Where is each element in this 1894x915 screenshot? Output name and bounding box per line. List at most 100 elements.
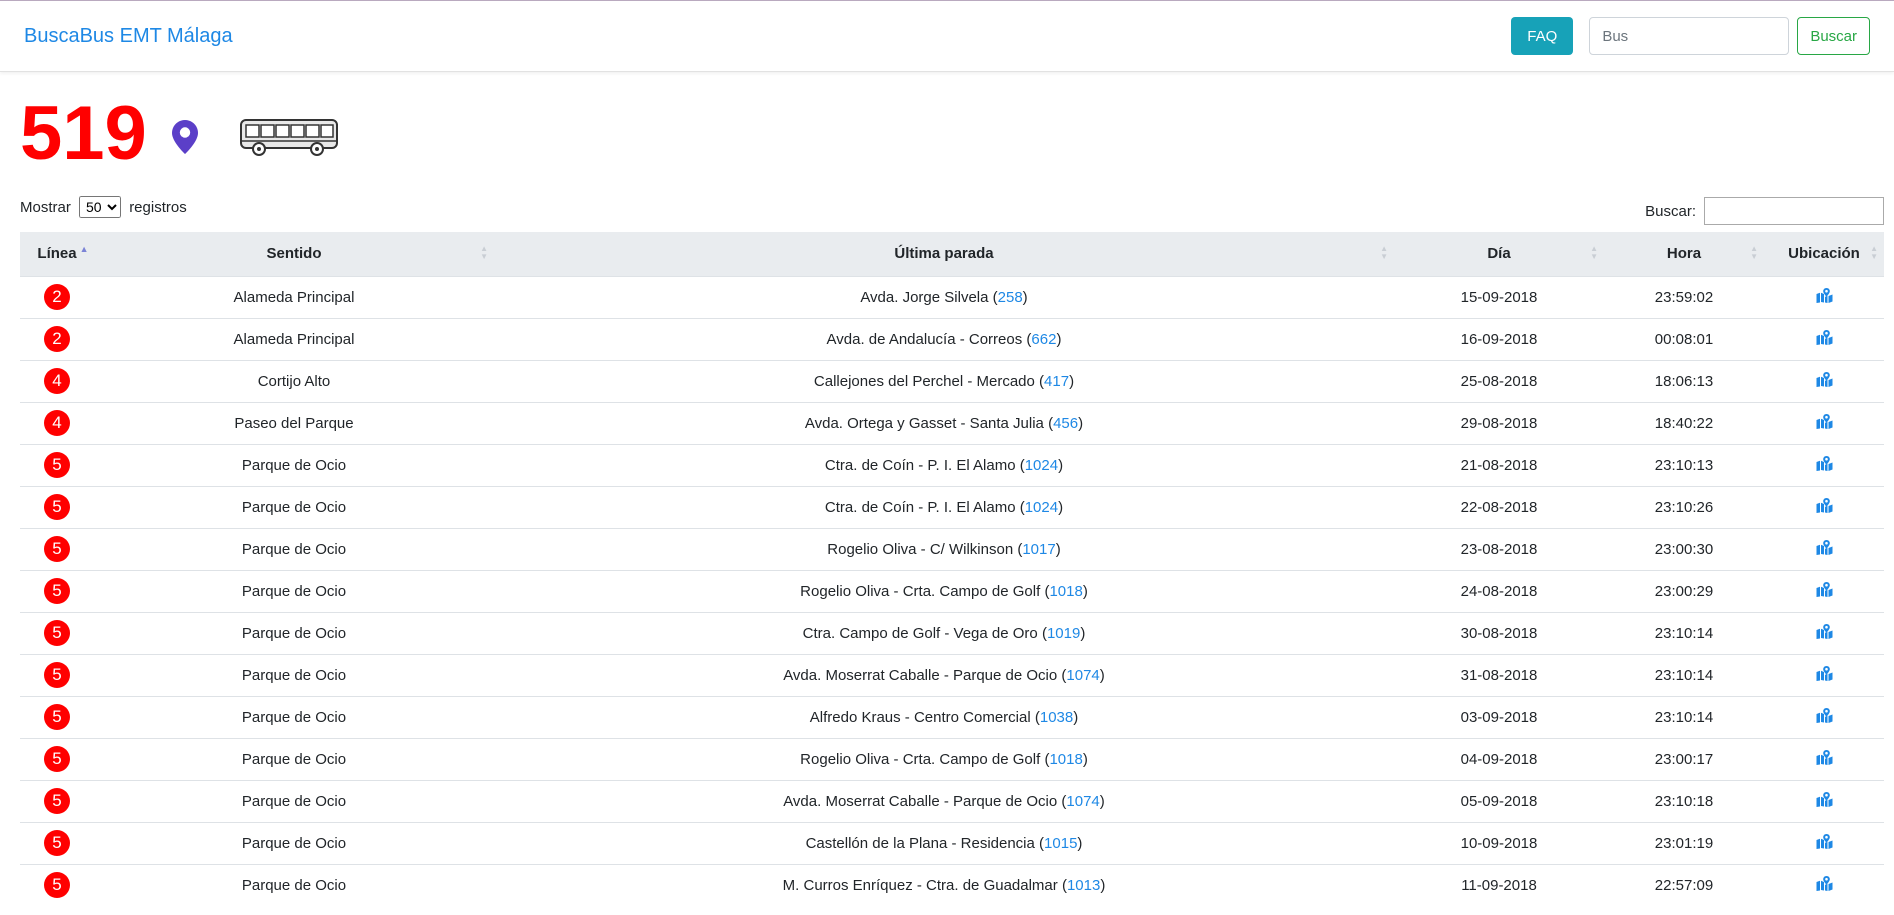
direction-cell: Parque de Ocio xyxy=(241,876,347,894)
stop-name: Ctra. Campo de Golf - Vega de Oro xyxy=(802,624,1038,642)
header-ubicacion-label: Ubicación xyxy=(1788,245,1860,263)
header-dia[interactable]: Día ▲ ▼ xyxy=(1394,232,1604,277)
header-hora[interactable]: Hora ▲ ▼ xyxy=(1604,232,1764,277)
stop-name: Ctra. de Coín - P. I. El Alamo xyxy=(824,498,1016,516)
map-location-icon[interactable] xyxy=(1816,539,1833,559)
header-ultima-parada-label: Última parada xyxy=(894,245,994,263)
line-cell: 2 xyxy=(20,276,94,318)
table-header-row: Línea Sentido ▲▼ Última parada ▲▼ Día ▲▼ Ho… xyxy=(20,232,1884,277)
map-location-icon[interactable] xyxy=(1816,833,1833,853)
time-cell: 23:59:02 xyxy=(1654,288,1714,306)
nav-right: FAQ Buscar xyxy=(1511,17,1870,55)
history-table: Línea Sentido ▲▼ Última parada ▲▼ Día ▲▼ Ho… xyxy=(20,232,1884,906)
stop-id-link[interactable]: 662 xyxy=(1031,331,1056,348)
map-location-icon[interactable] xyxy=(1816,665,1833,685)
stop-id-link[interactable]: 1019 xyxy=(1047,625,1080,642)
direction-cell: Parque de Ocio xyxy=(241,708,347,726)
line-badge: 5 xyxy=(44,536,70,562)
bus-number: 519 xyxy=(20,91,147,176)
direction-cell: Parque de Ocio xyxy=(241,750,347,768)
line-cell: 5 xyxy=(20,612,94,654)
table-filter-input[interactable] xyxy=(1704,197,1884,225)
stop-cell: Avda. Jorge Silvela (258) xyxy=(860,288,1028,306)
stop-id-link[interactable]: 1038 xyxy=(1040,709,1073,726)
map-location-icon[interactable] xyxy=(1816,329,1833,349)
stop-id-link[interactable]: 1015 xyxy=(1044,835,1077,852)
stop-id-link[interactable]: 1024 xyxy=(1025,499,1058,516)
stop-id-link[interactable]: 1018 xyxy=(1049,751,1082,768)
direction-cell: Parque de Ocio xyxy=(241,456,347,474)
time-cell: 18:40:22 xyxy=(1654,414,1714,432)
table-row: 5 Parque de Ocio Rogelio Oliva - Crta. C… xyxy=(20,570,1884,612)
show-suffix-label: registros xyxy=(129,199,187,216)
table-row: 5 Parque de Ocio Ctra. de Coín - P. I. E… xyxy=(20,486,1884,528)
map-location-icon[interactable] xyxy=(1816,497,1833,517)
table-row: 5 Parque de Ocio Castellón de la Plana -… xyxy=(20,822,1884,864)
stop-id-link[interactable]: 417 xyxy=(1044,373,1069,390)
header-sentido[interactable]: Sentido ▲ ▼ xyxy=(94,232,494,277)
direction-cell: Parque de Ocio xyxy=(241,582,347,600)
stop-id-link[interactable]: 1024 xyxy=(1025,457,1058,474)
stop-name: Callejones del Perchel - Mercado xyxy=(813,372,1035,390)
time-cell: 23:10:14 xyxy=(1654,624,1714,642)
location-cell xyxy=(1764,318,1884,360)
search-button[interactable]: Buscar xyxy=(1797,17,1870,55)
map-location-icon[interactable] xyxy=(1816,749,1833,769)
time-cell: 00:08:01 xyxy=(1654,330,1714,348)
map-location-icon[interactable] xyxy=(1816,581,1833,601)
location-pin-icon[interactable] xyxy=(171,119,199,160)
stop-id-link[interactable]: 456 xyxy=(1053,415,1078,432)
location-cell xyxy=(1764,780,1884,822)
day-cell: 15-09-2018 xyxy=(1460,288,1538,306)
line-badge: 5 xyxy=(44,578,70,604)
location-cell xyxy=(1764,360,1884,402)
stop-id-link[interactable]: 258 xyxy=(998,289,1023,306)
faq-button[interactable]: FAQ xyxy=(1511,17,1574,55)
map-location-icon[interactable] xyxy=(1816,413,1833,433)
stop-cell: Rogelio Oliva - C/ Wilkinson (1017) xyxy=(827,540,1061,558)
stop-id-link[interactable]: 1017 xyxy=(1022,541,1055,558)
stop-id-link[interactable]: 1013 xyxy=(1067,877,1100,894)
records-per-page-select[interactable]: 50 xyxy=(79,196,122,218)
line-cell: 2 xyxy=(20,318,94,360)
map-location-icon[interactable] xyxy=(1816,455,1833,475)
direction-cell: Alameda Principal xyxy=(233,288,355,306)
stop-id-link[interactable]: 1074 xyxy=(1066,667,1099,684)
header-linea[interactable]: Línea xyxy=(20,232,94,277)
map-location-icon[interactable] xyxy=(1816,875,1833,895)
location-cell xyxy=(1764,822,1884,864)
stop-cell: Castellón de la Plana - Residencia (1015… xyxy=(805,834,1083,852)
time-cell: 18:06:13 xyxy=(1654,372,1714,390)
location-cell xyxy=(1764,528,1884,570)
header-ubicacion[interactable]: Ubicación ▲ ▼ xyxy=(1764,232,1884,277)
day-cell: 11-09-2018 xyxy=(1461,876,1537,894)
bus-search-input[interactable] xyxy=(1589,17,1790,55)
location-cell xyxy=(1764,612,1884,654)
stop-id-link[interactable]: 1018 xyxy=(1049,583,1082,600)
table-row: 5 Parque de Ocio Ctra. Campo de Golf - V… xyxy=(20,612,1884,654)
stop-cell: Avda. Moserrat Caballe - Parque de Ocio … xyxy=(783,666,1105,684)
table-row: 5 Parque de Ocio Rogelio Oliva - Crta. C… xyxy=(20,738,1884,780)
map-location-icon[interactable] xyxy=(1816,371,1833,391)
map-location-icon[interactable] xyxy=(1816,623,1833,643)
stop-id-link[interactable]: 1074 xyxy=(1066,793,1099,810)
length-control: Mostrar 50 registros xyxy=(20,196,187,218)
stop-cell: Rogelio Oliva - Crta. Campo de Golf (101… xyxy=(800,582,1088,600)
map-location-icon[interactable] xyxy=(1816,707,1833,727)
brand-link[interactable]: BuscaBus EMT Málaga xyxy=(24,25,233,48)
main-container: 519 Mostrar 50 registros Buscar: Línea ▲… xyxy=(0,72,1894,906)
stop-cell: M. Curros Enríquez - Ctra. de Guadalmar … xyxy=(782,876,1106,894)
day-cell: 21-08-2018 xyxy=(1460,456,1538,474)
map-location-icon[interactable] xyxy=(1816,287,1833,307)
table-row: 5 Parque de Ocio Avda. Moserrat Caballe … xyxy=(20,780,1884,822)
line-cell: 5 xyxy=(20,864,94,906)
table-row: 5 Parque de Ocio M. Curros Enríquez - Ct… xyxy=(20,864,1884,906)
map-location-icon[interactable] xyxy=(1816,791,1833,811)
time-cell: 23:00:29 xyxy=(1654,582,1714,600)
table-row: 5 Parque de Ocio Ctra. de Coín - P. I. E… xyxy=(20,444,1884,486)
header-ultima-parada[interactable]: Última parada ▲ ▼ xyxy=(494,232,1394,277)
navbar: BuscaBus EMT Málaga FAQ Buscar xyxy=(0,1,1894,72)
stop-name: Alfredo Kraus - Centro Comercial xyxy=(809,708,1031,726)
header-hora-label: Hora xyxy=(1666,245,1702,263)
direction-cell: Parque de Ocio xyxy=(241,792,347,810)
